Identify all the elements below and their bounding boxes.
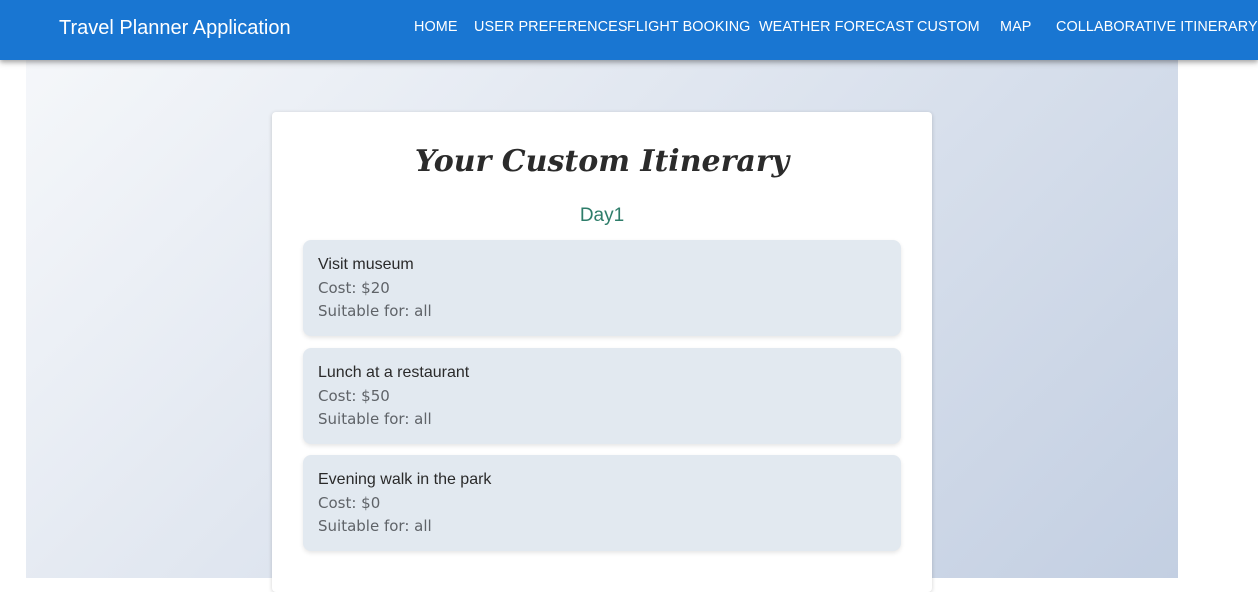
nav-custom[interactable]: CUSTOM bbox=[917, 16, 980, 38]
activity-suitability: Suitable for: all bbox=[318, 302, 432, 320]
activity-item: Visit museum Cost: $20 Suitable for: all bbox=[303, 240, 901, 336]
activity-cost: Cost: $50 bbox=[318, 387, 390, 405]
nav-weather-forecast[interactable]: WEATHER FORECAST bbox=[759, 16, 914, 38]
nav-map[interactable]: MAP bbox=[1000, 16, 1031, 38]
nav-collaborative-itinerary[interactable]: COLLABORATIVE ITINERARY bbox=[1056, 16, 1258, 38]
app-title: Travel Planner Application bbox=[59, 17, 291, 39]
activity-item: Evening walk in the park Cost: $0 Suitab… bbox=[303, 455, 901, 551]
nav-user-preferences[interactable]: USER PREFERENCES bbox=[474, 16, 628, 38]
activity-name: Evening walk in the park bbox=[318, 471, 492, 488]
nav-flight-booking[interactable]: FLIGHT BOOKING bbox=[627, 16, 750, 38]
itinerary-card: Your Custom Itinerary Day1 Visit museum … bbox=[272, 112, 932, 592]
activity-name: Visit museum bbox=[318, 256, 414, 273]
activity-suitability: Suitable for: all bbox=[318, 410, 432, 428]
activity-cost: Cost: $0 bbox=[318, 494, 381, 512]
page-content: Your Custom Itinerary Day1 Visit museum … bbox=[26, 60, 1178, 592]
activity-item: Lunch at a restaurant Cost: $50 Suitable… bbox=[303, 348, 901, 444]
itinerary-title: Your Custom Itinerary bbox=[414, 144, 790, 179]
activity-suitability: Suitable for: all bbox=[318, 517, 432, 535]
nav-home[interactable]: HOME bbox=[414, 16, 458, 38]
day-label: Day1 bbox=[579, 205, 625, 226]
app-bar: Travel Planner Application HOME USER PRE… bbox=[0, 0, 1258, 60]
activity-cost: Cost: $20 bbox=[318, 279, 390, 297]
activity-name: Lunch at a restaurant bbox=[318, 364, 470, 381]
